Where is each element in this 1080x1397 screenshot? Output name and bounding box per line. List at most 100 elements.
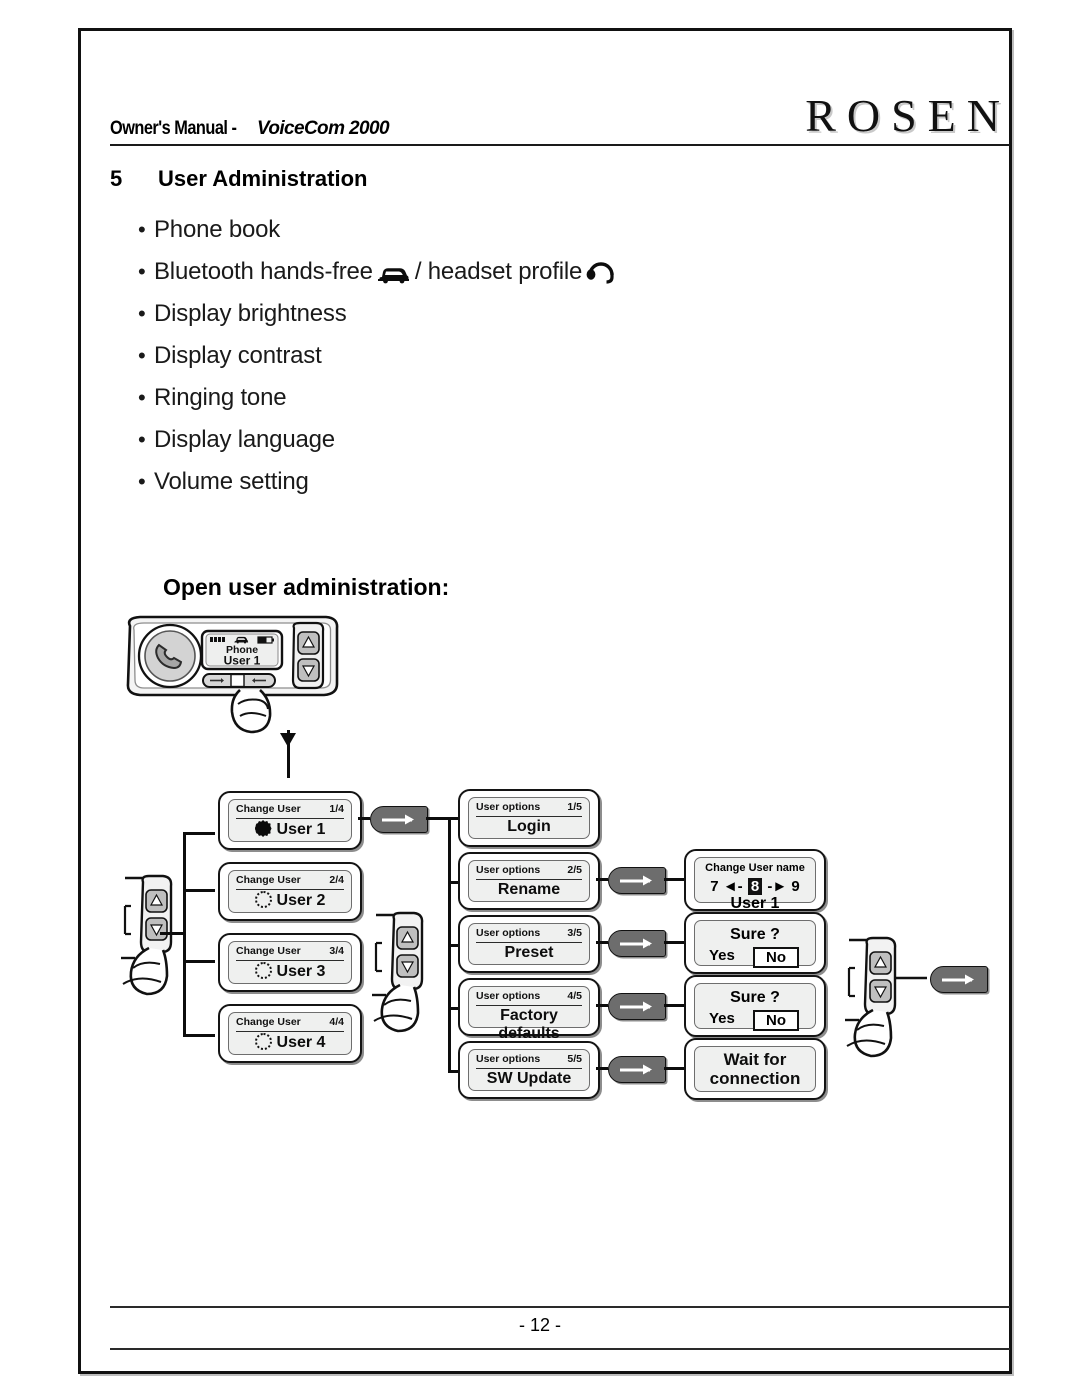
connector-stub [664,1004,684,1007]
screen-sure-2[interactable]: Sure ? Yes No [684,975,826,1037]
lcd-page-indicator: 4/5 [567,990,582,1002]
screen-change-user-1[interactable]: Change User 1/4 User 1 [218,791,362,850]
arrow-button[interactable] [608,993,666,1020]
digit-center-selected: 8 [747,878,763,895]
list-item: • Display brightness [138,300,838,342]
lcd-page-indicator: 1/4 [329,803,344,815]
no-option-selected[interactable]: No [753,1010,799,1031]
screen-user-options-2[interactable]: User options 2/5 Rename [458,852,600,910]
connector-stub [596,941,608,944]
arrow-button[interactable] [608,930,666,957]
lcd-page-indicator: 4/4 [329,1016,344,1028]
list-item-label: Display contrast [154,342,322,369]
lcd-panel: Change User 2/4 User 2 [228,870,352,913]
user-unselected-icon [254,962,272,979]
lcd-title: Change User [236,1016,301,1028]
lcd-page-indicator: 2/4 [329,874,344,886]
lcd-label: SW Update [486,1070,572,1087]
lcd-panel: User options 1/5 Login [468,797,590,839]
lcd-panel: Sure ? Yes No [694,920,816,968]
arrow-button[interactable] [608,867,666,894]
arrow-left-icon: ◄- [722,878,743,895]
user-unselected-icon [254,1033,272,1050]
lcd-header: User options 2/5 [476,864,582,880]
connector-stub [426,817,448,820]
digit-right: 9 [791,878,800,895]
list-item: • Phone book [138,216,838,258]
connector-stub [596,1004,608,1007]
section-number: 5 [110,166,123,191]
wait-line-1: Wait for [723,1050,787,1069]
screen-user-options-4[interactable]: User options 4/5 Factory defaults [458,978,600,1042]
connector-stub [183,960,215,963]
lcd-subtitle: User 1 [730,895,780,912]
arrow-button[interactable] [930,966,988,993]
list-item: • Display contrast [138,342,838,384]
list-item: • Display language [138,426,838,468]
connector-from-updown [160,932,184,935]
battery-icon [257,636,274,644]
lcd-label: Login [507,818,551,835]
lcd-title: Change User [236,874,301,886]
arrow-right-icon: -► [767,878,788,895]
screen-user-options-5[interactable]: User options 5/5 SW Update [458,1041,600,1099]
lcd-panel: Change User 4/4 User 4 [228,1012,352,1055]
lcd-title: Change User [236,945,301,957]
device-display-line2: User 1 [224,654,261,668]
lcd-panel: Change User name 7 ◄- 8 -► 9 User 1 [694,857,816,912]
screen-user-options-1[interactable]: User options 1/5 Login [458,789,600,847]
yes-option[interactable]: Yes [709,947,735,964]
lcd-panel: User options 4/5 Factory defaults [468,986,590,1042]
screen-change-user-4[interactable]: Change User 4/4 User 4 [218,1004,362,1063]
lcd-title: User options [476,990,541,1002]
screen-change-user-name[interactable]: Change User name 7 ◄- 8 -► 9 User 1 [684,849,826,912]
arrow-right-icon [942,974,974,984]
list-item-label: Display brightness [154,300,347,327]
screen-change-user-2[interactable]: Change User 2/4 User 2 [218,862,362,921]
connector-stub [183,889,215,892]
lcd-body: Wait for connection [695,1050,815,1088]
lcd-body: User 3 [229,962,351,981]
flow-arrowhead [278,731,298,751]
lcd-title: User options [476,864,541,876]
arrow-button[interactable] [608,1056,666,1083]
lcd-label: Preset [504,944,554,961]
screen-change-user-3[interactable]: Change User 3/4 User 3 [218,933,362,992]
diagram-title: Open user administration: [163,574,450,600]
screen-user-options-3[interactable]: User options 3/5 Preset [458,915,600,973]
screen-sure-1[interactable]: Sure ? Yes No [684,912,826,974]
lcd-title: Sure ? [730,989,780,1006]
connector-stub [596,878,608,881]
lcd-page-indicator: 5/5 [567,1053,582,1065]
list-item-label: Phone book [154,216,281,243]
lcd-page-indicator: 3/4 [329,945,344,957]
arrow-right-icon [382,814,414,824]
device-illustration-top: Phone User 1 [118,612,348,742]
screen-wait-for-connection[interactable]: Wait for connection [684,1038,826,1100]
arrow-right-icon [620,1064,652,1074]
digit-left: 7 [710,878,719,895]
header-manual-label: Owner's Manual - [110,118,237,139]
footer-rule-bottom [110,1348,1010,1350]
lcd-header: User options 3/5 [476,927,582,943]
lcd-label: Factory defaults [498,1007,560,1042]
lcd-body: User 4 [229,1033,351,1052]
no-option-selected[interactable]: No [753,947,799,968]
lcd-page-indicator: 1/5 [567,801,582,813]
lcd-label: User 4 [276,1034,326,1051]
arrow-button[interactable] [370,806,428,833]
yes-option[interactable]: Yes [709,1010,735,1027]
lcd-page-indicator: 3/5 [567,927,582,939]
lcd-label: User 1 [276,821,326,838]
user-selected-icon [254,820,272,837]
lcd-title: User options [476,801,541,813]
lcd-panel: Change User 3/4 User 3 [228,941,352,984]
lcd-panel: User options 5/5 SW Update [468,1049,590,1091]
lcd-header: Change User 2/4 [236,874,344,890]
header-rule [110,144,1010,146]
lcd-label: Rename [497,881,561,898]
list-item: • Ringing tone [138,384,838,426]
lcd-header: Change User 4/4 [236,1016,344,1032]
section-title: User Administration [158,166,368,191]
updown-control-right [845,930,965,1070]
